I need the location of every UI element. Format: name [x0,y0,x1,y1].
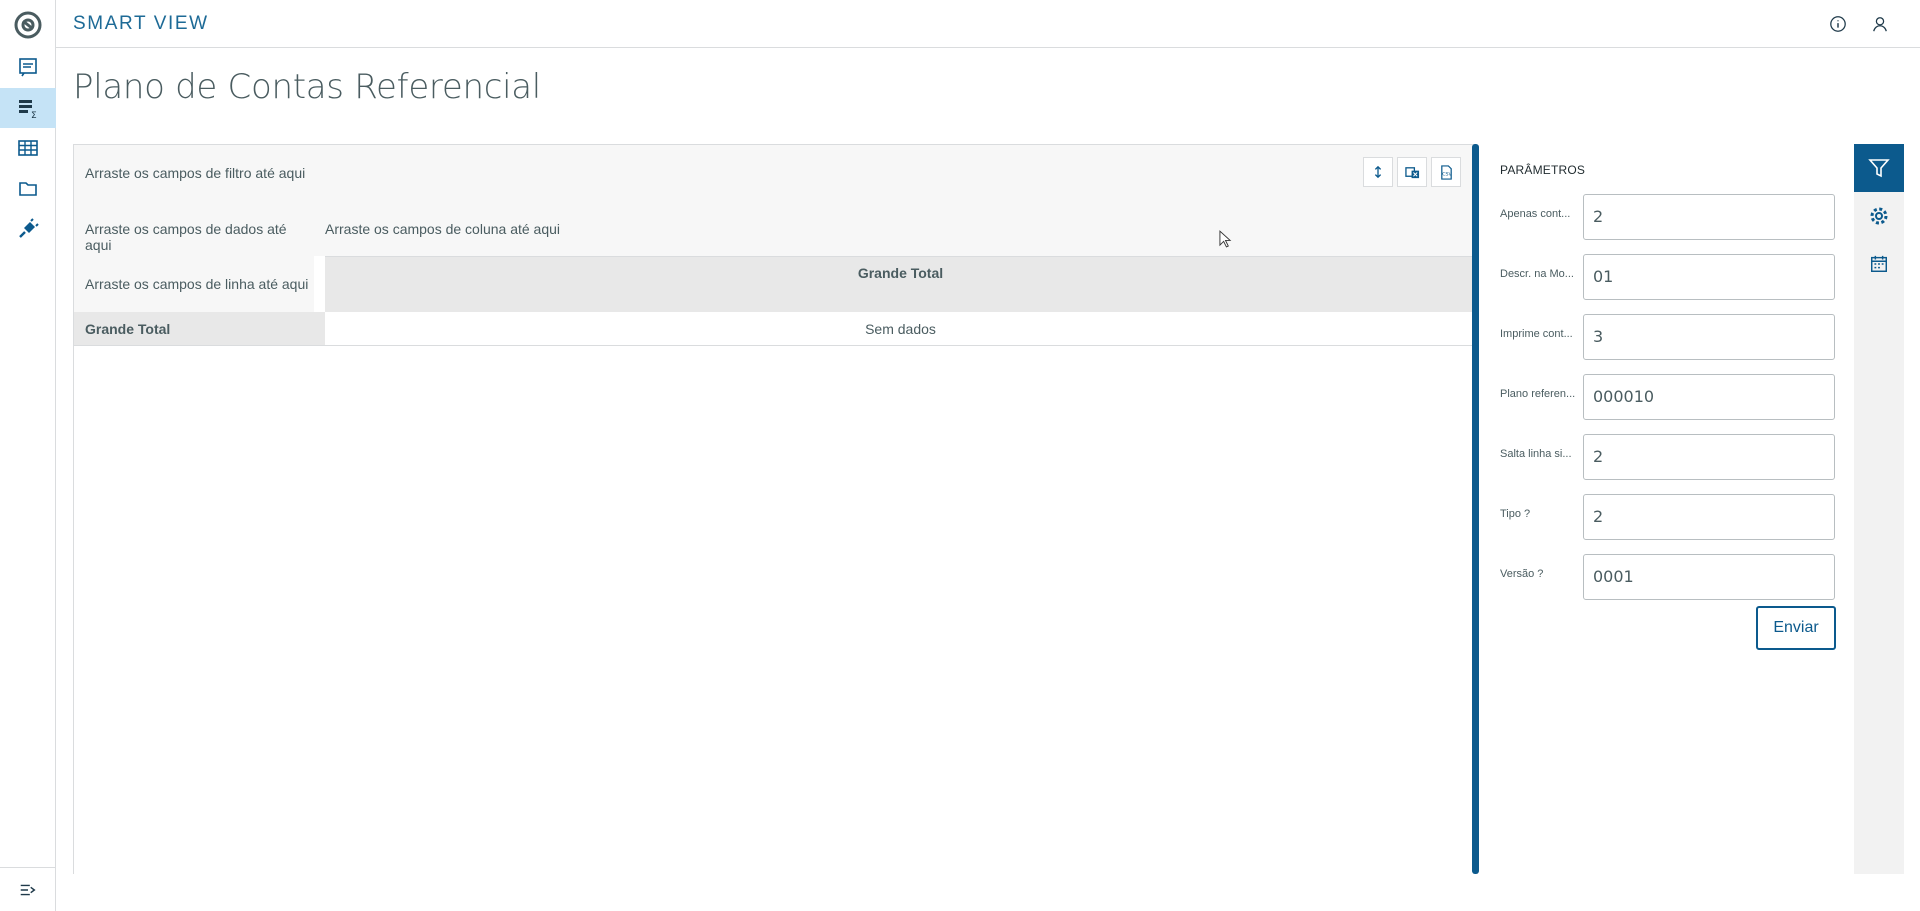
folder-icon [19,182,37,196]
expand-menu-icon [20,884,36,895]
cursor-arrow-icon [1219,230,1232,248]
vertical-arrows-icon [1374,165,1382,179]
data-drop-zone[interactable]: Arraste os campos de dados até aqui [74,201,314,256]
gear-icon [1870,207,1888,225]
param-label-plano: Plano referen... [1500,388,1576,400]
nav-rail: Σ [0,0,56,911]
export-csv-button[interactable]: CSV [1431,157,1461,187]
svg-text:CSV: CSV [1442,171,1452,177]
parameters-panel: PARÂMETROS Apenas cont... 2 Descr. na Mo… [1479,144,1854,874]
row-drop-text: Arraste os campos de linha até aqui [85,276,309,292]
filter-drop-text: Arraste os campos de filtro até aqui [85,165,306,181]
export-excel-button[interactable] [1397,157,1427,187]
param-label-versao: Versão ? [1500,568,1544,580]
plug-icon [19,218,39,238]
column-drop-zone[interactable]: Arraste os campos de coluna até aqui [314,201,1476,256]
filter-panel-button[interactable] [1854,144,1904,192]
param-input-apenas[interactable]: 2 [1583,194,1835,240]
user-icon [1873,17,1887,32]
brand-title: SMART VIEW [73,13,209,34]
pivot-grid: Arraste os campos de filtro até aqui CSV… [73,144,1476,874]
column-grand-total-label: Grande Total [857,265,944,281]
param-label-descr: Descr. na Mo... [1500,268,1574,280]
nav-tables[interactable] [0,128,56,168]
param-label-imprime: Imprime cont... [1500,328,1573,340]
row-grand-total-header: Grande Total [74,312,325,346]
parameters-title: PARÂMETROS [1500,163,1586,177]
column-drop-text: Arraste os campos de coluna até aqui [325,221,561,237]
param-label-salta: Salta linha si... [1500,448,1572,460]
column-grand-total-header: Grande Total [325,256,1476,312]
nav-folders[interactable] [0,168,56,208]
svg-text:Σ: Σ [31,111,37,119]
info-button[interactable] [1827,13,1849,35]
filter-icon [1868,159,1890,178]
panel-splitter[interactable] [1472,144,1479,874]
filter-drop-zone[interactable]: Arraste os campos de filtro até aqui CSV [74,145,1476,201]
excel-export-icon [1404,166,1419,178]
calendar-button[interactable] [1854,240,1904,288]
param-input-tipo[interactable]: 2 [1583,494,1835,540]
table-icon [18,140,38,156]
pivot-sum-icon: Σ [19,100,37,119]
app-logo-icon [14,11,42,39]
report-icon [19,58,37,77]
mouse-cursor [1219,230,1232,254]
param-input-salta[interactable]: 2 [1583,434,1835,480]
param-input-descr[interactable]: 01 [1583,254,1835,300]
csv-export-icon: CSV [1440,164,1452,180]
data-drop-text: Arraste os campos de dados até aqui [85,221,287,253]
param-input-plano[interactable]: 000010 [1583,374,1835,420]
nav-reports[interactable] [0,47,56,87]
row-grand-total-label: Grande Total [85,321,171,337]
param-label-tipo: Tipo ? [1500,508,1531,520]
param-input-imprime[interactable]: 3 [1583,314,1835,360]
info-icon [1830,16,1846,32]
user-profile-button[interactable] [1869,13,1891,35]
param-label-apenas: Apenas cont... [1500,208,1571,220]
param-input-versao[interactable]: 0001 [1583,554,1835,600]
empty-data-cell: Sem dados [325,312,1476,346]
expand-rows-button[interactable] [1363,157,1393,187]
page-title: Plano de Contas Referencial [73,67,541,107]
settings-button[interactable] [1854,192,1904,240]
nav-connectors[interactable] [0,209,56,249]
right-tool-strip [1854,144,1904,874]
top-header: SMART VIEW [56,0,1920,48]
calendar-icon [1871,255,1887,272]
expand-menu-button[interactable] [0,867,56,911]
row-drop-zone[interactable]: Arraste os campos de linha até aqui [74,256,314,312]
submit-button[interactable]: Enviar [1756,606,1836,650]
nav-pivot-tables[interactable]: Σ [0,88,56,128]
